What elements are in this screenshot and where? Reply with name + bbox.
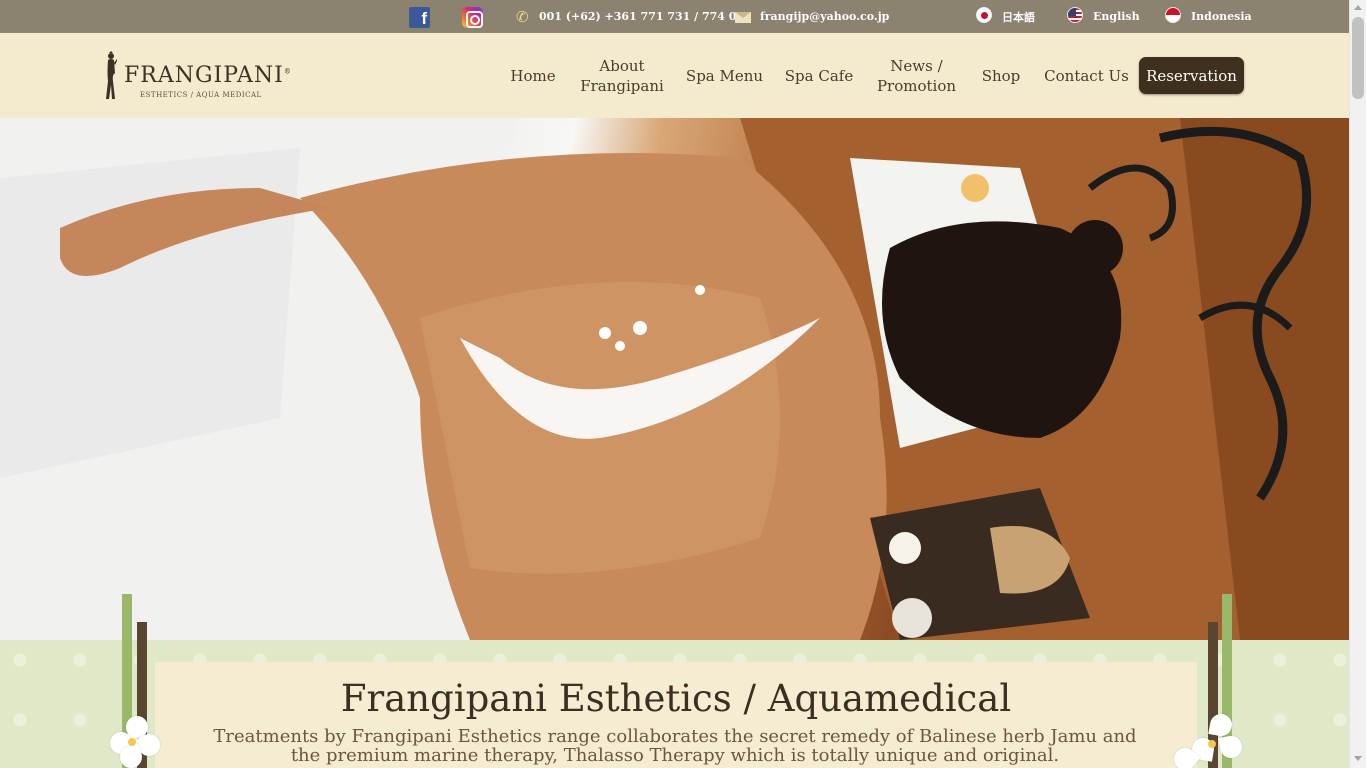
phone-number[interactable]: 001 (+62) +361 771 731 / 774 005 [539,0,752,33]
page-scrollbar[interactable] [1349,0,1366,768]
nav-spa-menu[interactable]: Spa Menu [681,33,768,118]
nav-contact-us[interactable]: Contact Us [1040,33,1133,118]
intro-title: Frangipani Esthetics / Aquamedical [340,677,1012,720]
hero-illustration [0,118,1349,640]
nav-shop[interactable]: Shop [978,33,1024,118]
us-flag-icon[interactable] [1067,7,1083,23]
instagram-icon[interactable] [462,7,483,28]
lang-indonesia[interactable]: Indonesia [1191,0,1252,33]
nav-news-promotion[interactable]: News / Promotion [869,33,964,118]
frangipani-logo[interactable]: FRANGIPANI® ESTHETICS / AQUA MEDICAL [104,51,291,103]
indonesia-flag-icon[interactable] [1165,7,1181,23]
frangipani-flower-icon [106,712,168,768]
scroll-up-arrow-icon[interactable] [1354,5,1362,10]
frangipani-flower-icon [1168,712,1248,768]
dancer-logo-icon [106,51,117,99]
logo-wordmark: FRANGIPANI® [124,63,292,88]
scroll-thumb[interactable] [1352,17,1364,99]
mail-icon [735,12,751,23]
hero-spa-image [0,118,1349,640]
reservation-button[interactable]: Reservation [1139,57,1244,94]
facebook-icon[interactable]: f [409,7,430,28]
nav-about-frangipani[interactable]: About Frangipani [577,33,667,118]
logo-tagline: ESTHETICS / AQUA MEDICAL [140,91,262,99]
nav-spa-cafe[interactable]: Spa Cafe [781,33,857,118]
nav-home[interactable]: Home [503,33,563,118]
japan-flag-icon[interactable] [976,7,992,23]
email-link[interactable]: frangijp@yahoo.co.jp [760,0,889,33]
scroll-down-arrow-icon[interactable] [1354,756,1362,761]
lang-japanese[interactable]: 日本語 [1002,0,1035,33]
lang-english[interactable]: English [1093,0,1140,33]
phone-icon: ✆ [516,8,529,26]
site-header: FRANGIPANI® ESTHETICS / AQUA MEDICAL Hom… [0,33,1349,118]
intro-description: Treatments by Frangipani Esthetics range… [213,726,1137,766]
